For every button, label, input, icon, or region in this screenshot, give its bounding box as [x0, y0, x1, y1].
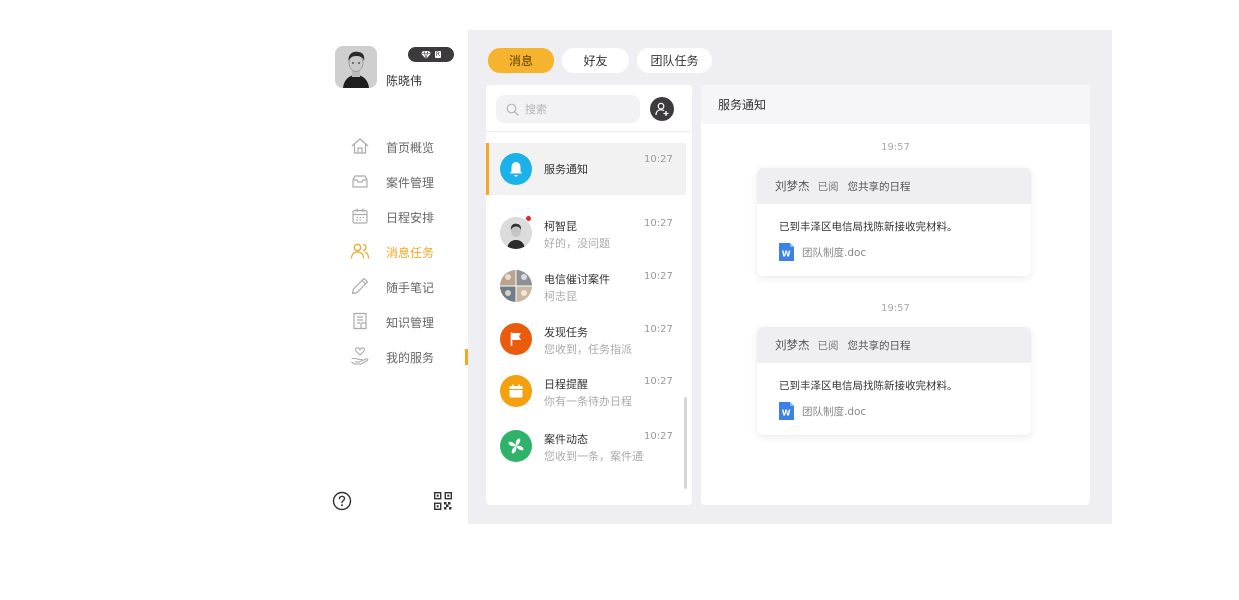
nav-item-label: 知识管理	[386, 316, 435, 330]
conversation-time: 10:27	[644, 431, 673, 442]
conversation-name: 电信催讨案件	[544, 273, 610, 286]
pencil-icon	[351, 277, 369, 295]
conversation-time: 10:27	[644, 271, 673, 282]
word-doc-icon: W	[779, 402, 794, 420]
conversation-name: 服务通知	[544, 163, 588, 176]
message-timestamp: 19:57	[881, 142, 910, 153]
card-header: 刘梦杰 已阅 您共享的日程	[757, 168, 1031, 204]
tab-messages[interactable]: 消息	[488, 48, 554, 73]
nav-item-services[interactable]: 我的服务	[322, 338, 468, 373]
list-divider	[486, 131, 692, 132]
conversation-name: 案件动态	[544, 433, 588, 446]
nav-item-cases[interactable]: 案件管理	[322, 163, 468, 198]
conversation-item-case-updates[interactable]: 案件动态 您收到一条，案件通知 10:27	[486, 420, 686, 472]
conversation-item-schedule-reminder[interactable]: 日程提醒 你有一条待办日程 10:27	[486, 365, 686, 417]
card-body: 已到丰泽区电信局找陈新接收完材料。 W 团队制度.doc	[757, 363, 1031, 420]
conversation-item-person[interactable]: 柯智昆 好的，没问题 10:27	[486, 207, 686, 259]
search-input[interactable]	[525, 102, 625, 116]
card-sender: 刘梦杰	[775, 179, 810, 193]
vip-tag: R	[434, 51, 442, 58]
chat-panel: 服务通知 19:57 刘梦杰 已阅 您共享的日程 已到丰泽区电信局找陈新接收完材…	[701, 85, 1090, 505]
case-box-icon	[352, 175, 368, 188]
conversation-name: 发现任务	[544, 326, 588, 339]
conversation-preview: 你有一条待办日程	[544, 395, 632, 408]
document-icon	[353, 312, 367, 330]
calendar-icon	[352, 208, 368, 224]
card-read-status: 已阅	[817, 339, 839, 352]
hand-heart-icon	[351, 347, 369, 365]
nav-item-label: 首页概览	[386, 141, 435, 155]
help-icon[interactable]	[332, 491, 352, 511]
conversation-item-group[interactable]: 电信催讨案件 柯志昆 10:27	[486, 260, 686, 312]
nav-item-label: 日程安排	[386, 211, 435, 225]
search-icon	[506, 103, 519, 116]
conversation-preview: 柯志昆	[544, 290, 577, 303]
sidebar: R 陈晓伟 首页概览 案件管理 日程安排 消息任务 随手笔记 知识管理 我的服务	[322, 30, 468, 524]
nav-item-label: 消息任务	[386, 246, 435, 260]
card-read-status: 已阅	[817, 180, 839, 193]
message-timestamp: 19:57	[881, 303, 910, 314]
nav-item-home[interactable]: 首页概览	[322, 128, 468, 163]
card-description: 您共享的日程	[847, 180, 911, 193]
main-area: 消息 好友 团队任务 搜索 服务通知 10:27 柯智昆 好的，没问题 10:2…	[468, 30, 1112, 524]
conversation-preview: 好的，没问题	[544, 237, 610, 250]
tab-bar: 消息 好友 团队任务	[488, 48, 712, 73]
attachment-filename: 团队制度.doc	[802, 405, 867, 418]
notification-card[interactable]: 刘梦杰 已阅 您共享的日程 已到丰泽区电信局找陈新接收完材料。 W 团队制度.d…	[757, 327, 1031, 435]
attachment-link[interactable]: W 团队制度.doc	[779, 243, 1031, 261]
nav-item-schedule[interactable]: 日程安排	[322, 198, 468, 233]
conversation-item-discover-task[interactable]: 发现任务 您收到，任务指派 10:27	[486, 313, 686, 365]
card-header: 刘梦杰 已阅 您共享的日程	[757, 327, 1031, 363]
tab-friends[interactable]: 好友	[562, 48, 629, 73]
conversation-time: 10:27	[644, 218, 673, 229]
conversation-name: 柯智昆	[544, 220, 577, 233]
sidebar-nav: 首页概览 案件管理 日程安排 消息任务 随手笔记 知识管理 我的服务	[322, 128, 468, 373]
add-contact-button[interactable]	[650, 97, 674, 121]
nav-item-label: 随手笔记	[386, 281, 435, 295]
user-name: 陈晓伟	[386, 74, 423, 88]
unread-badge	[525, 215, 532, 222]
conversation-preview: 您收到，任务指派	[544, 343, 632, 356]
card-body: 已到丰泽区电信局找陈新接收完材料。 W 团队制度.doc	[757, 204, 1031, 261]
calendar-icon	[500, 375, 532, 407]
card-message: 已到丰泽区电信局找陈新接收完材料。	[779, 221, 958, 233]
attachment-filename: 团队制度.doc	[802, 246, 867, 259]
list-scrollbar[interactable]	[684, 397, 687, 489]
conversation-name: 日程提醒	[544, 378, 588, 391]
pinwheel-icon	[500, 430, 532, 462]
nav-item-label: 案件管理	[386, 176, 435, 190]
notification-card[interactable]: 刘梦杰 已阅 您共享的日程 已到丰泽区电信局找陈新接收完材料。 W 团队制度.d…	[757, 168, 1031, 276]
card-description: 您共享的日程	[847, 339, 911, 352]
qr-code-icon[interactable]	[434, 492, 452, 510]
search-box[interactable]	[496, 95, 640, 123]
card-sender: 刘梦杰	[775, 338, 810, 352]
word-doc-icon: W	[779, 243, 794, 261]
vip-badge: R	[408, 47, 454, 62]
user-avatar[interactable]	[335, 46, 377, 88]
conversation-preview: 您收到一条，案件通知	[544, 450, 644, 463]
card-message: 已到丰泽区电信局找陈新接收完材料。	[779, 380, 958, 392]
nav-item-notes[interactable]: 随手笔记	[322, 268, 468, 303]
conversation-time: 10:27	[644, 154, 673, 165]
add-user-icon	[655, 102, 669, 116]
conversation-item-service-notice[interactable]: 服务通知 10:27	[486, 143, 686, 195]
group-avatar	[500, 270, 532, 302]
nav-item-knowledge[interactable]: 知识管理	[322, 303, 468, 338]
nav-item-messages[interactable]: 消息任务	[322, 233, 468, 268]
conversation-time: 10:27	[644, 376, 673, 387]
svg-text:W: W	[782, 409, 791, 418]
chat-title: 服务通知	[701, 85, 1090, 124]
users-icon	[350, 243, 370, 259]
conversation-list-panel: 服务通知 10:27 柯智昆 好的，没问题 10:27	[486, 85, 692, 505]
home-icon	[351, 138, 369, 154]
attachment-link[interactable]: W 团队制度.doc	[779, 402, 1031, 420]
tab-team-tasks[interactable]: 团队任务	[637, 48, 712, 73]
conversation-time: 10:27	[644, 324, 673, 335]
bell-icon	[500, 153, 532, 185]
nav-item-label: 我的服务	[386, 351, 435, 365]
flag-icon	[500, 323, 532, 355]
svg-text:W: W	[782, 250, 791, 259]
diamond-icon	[420, 50, 431, 59]
